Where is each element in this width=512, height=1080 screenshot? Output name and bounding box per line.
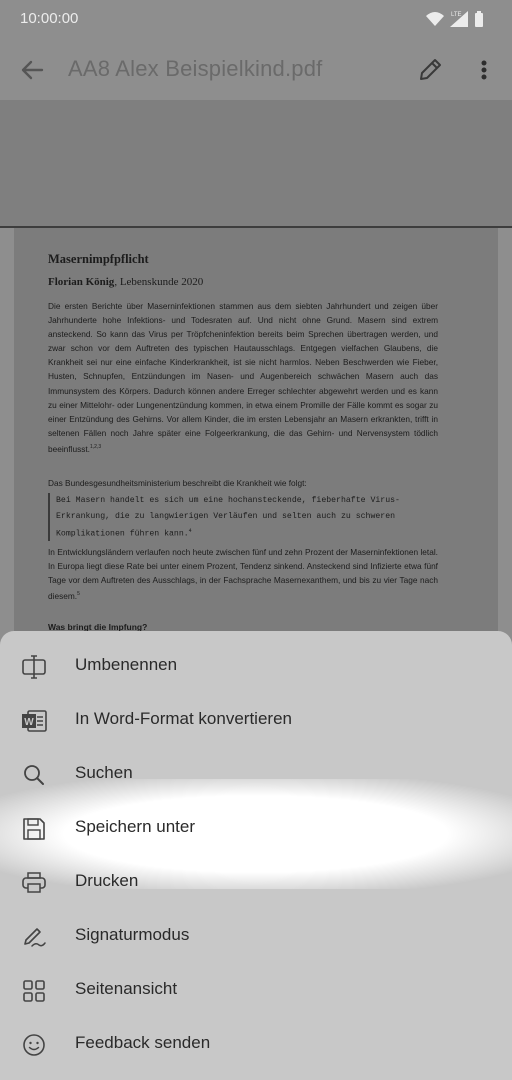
paragraph-ministry: Das Bundesgesundheitsministerium beschre…	[48, 478, 307, 488]
battery-icon	[475, 13, 483, 27]
pdf-page[interactable]: Masernimpfpflicht Florian König, Lebensk…	[14, 228, 498, 648]
svg-text:W: W	[24, 717, 34, 728]
menu-label-print: Drucken	[75, 871, 139, 890]
menu-label-page-view: Seitenansicht	[75, 979, 178, 998]
paragraph-intro-text: Die ersten Berichte über Maserninfektion…	[48, 301, 438, 454]
document-viewer-background	[0, 100, 512, 226]
menu-label-signature-mode: Signaturmodus	[75, 925, 190, 944]
paragraph-statistics-text: In Entwicklungsländern verlaufen noch he…	[48, 547, 438, 602]
network-type-label: LTE	[451, 12, 462, 18]
menu-item-save-as[interactable]: Speichern unter	[0, 802, 512, 856]
status-time: 10:00:00	[20, 10, 79, 27]
app-bar: AA8 Alex Beispielkind.pdf	[0, 40, 512, 100]
footnote-ref: 4	[188, 528, 192, 534]
word-icon: W	[22, 710, 47, 732]
menu-item-search[interactable]: Suchen	[0, 748, 512, 802]
author-name: Florian König	[48, 276, 115, 288]
block-quote: Bei Masern handelt es sich um eine hocha…	[48, 493, 438, 541]
search-icon	[24, 765, 44, 785]
signature-icon	[24, 928, 46, 947]
back-arrow-icon[interactable]	[14, 52, 50, 88]
edit-pencil-icon[interactable]	[412, 52, 448, 88]
menu-label-save-as: Speichern unter	[75, 817, 196, 836]
footnote-ref: 1,2,3	[89, 443, 102, 450]
menu-label-convert-word: In Word-Format konvertieren	[75, 709, 292, 728]
grid-icon	[23, 980, 45, 1002]
menu-item-signature-mode[interactable]: Signaturmodus	[0, 910, 512, 964]
paragraph-statistics: In Entwicklungsländern verlaufen noch he…	[48, 545, 438, 603]
wifi-icon	[426, 12, 444, 26]
footnote-ref: 5	[77, 591, 80, 598]
rename-icon	[22, 655, 46, 679]
save-icon	[23, 818, 45, 840]
status-bar: 10:00:00 LTE	[0, 0, 512, 40]
block-quote-text: Bei Masern handelt es sich um eine hocha…	[56, 496, 400, 539]
smiley-icon	[23, 1034, 45, 1056]
document-author: Florian König, Lebenskunde 2020	[48, 276, 203, 288]
status-icons: LTE	[426, 11, 483, 27]
menu-label-search: Suchen	[75, 763, 133, 782]
document-heading: Masernimpfpflicht	[48, 252, 149, 266]
paragraph-intro: Die ersten Berichte über Maserninfektion…	[48, 299, 438, 456]
menu-item-rename[interactable]: Umbenennen	[0, 640, 512, 694]
author-course: , Lebenskunde 2020	[114, 276, 204, 288]
menu-item-page-view[interactable]: Seitenansicht	[0, 964, 512, 1018]
document-title: AA8 Alex Beispielkind.pdf	[68, 56, 323, 81]
print-icon	[22, 872, 46, 893]
menu-label-send-feedback: Feedback senden	[75, 1033, 211, 1052]
options-bottom-sheet: Umbenennen W In Word-Format konvertieren…	[0, 631, 512, 1080]
menu-item-convert-word[interactable]: W In Word-Format konvertieren	[0, 694, 512, 748]
menu-label-rename: Umbenennen	[75, 655, 178, 674]
menu-item-send-feedback[interactable]: Feedback senden	[0, 1018, 512, 1072]
menu-item-print[interactable]: Drucken	[0, 856, 512, 910]
more-options-icon[interactable]	[468, 52, 500, 88]
